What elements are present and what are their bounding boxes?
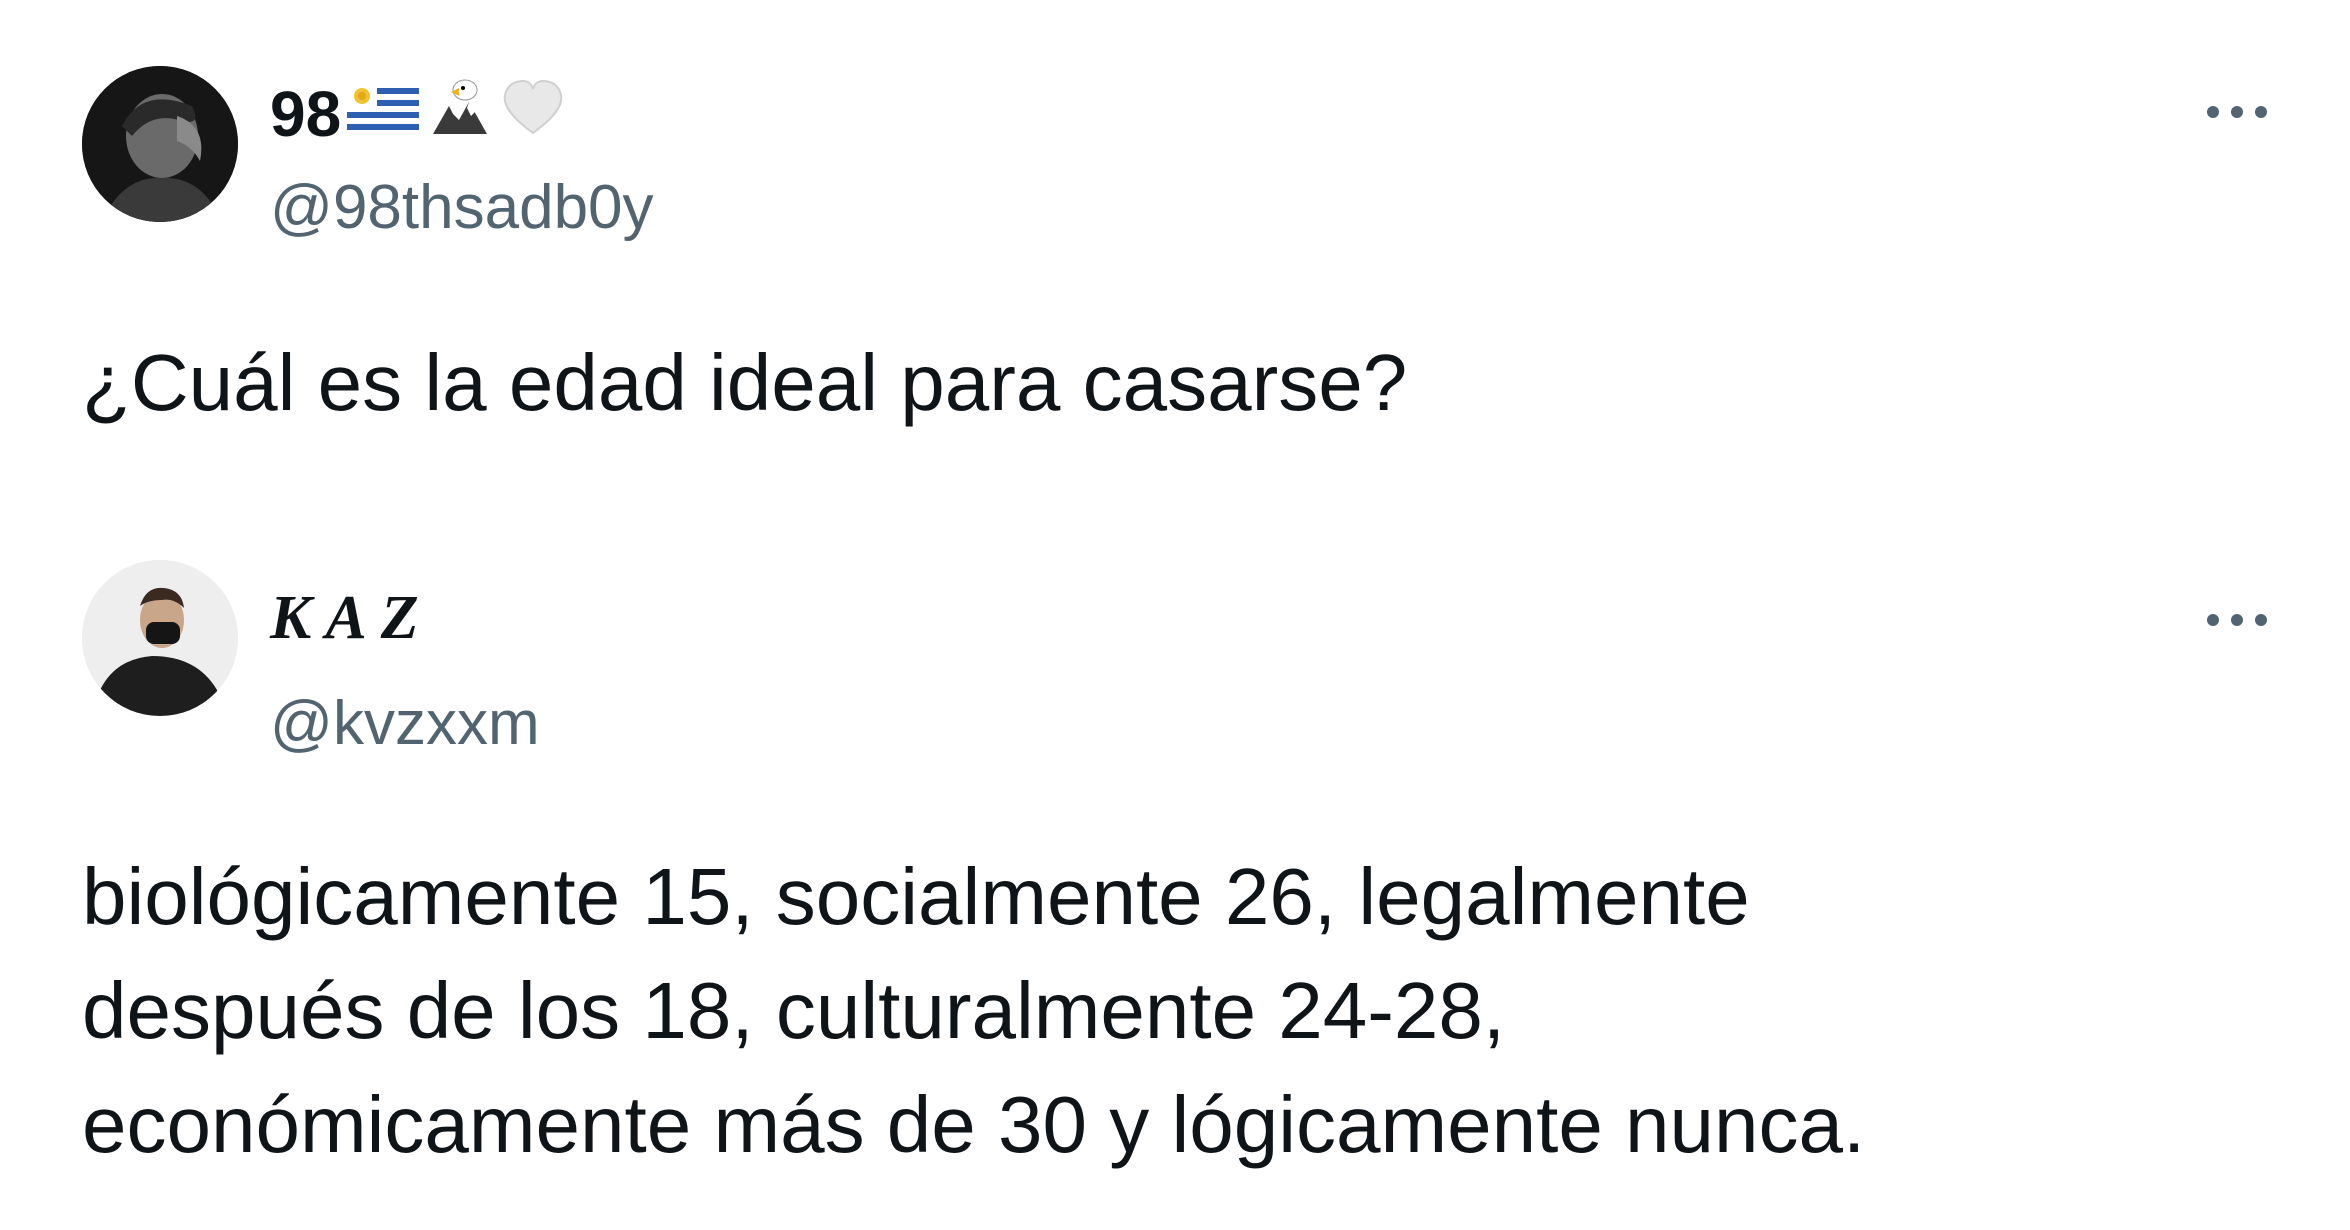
dot-icon	[2231, 106, 2243, 118]
white-heart-icon	[501, 77, 565, 152]
eagle-icon	[429, 76, 491, 153]
dot-icon	[2207, 106, 2219, 118]
tweet-text: biológicamente 15, socialmente 26, legal…	[82, 840, 1865, 1182]
user-handle[interactable]: @98thsadb0y	[270, 172, 654, 243]
display-name[interactable]: KAZ	[270, 578, 433, 658]
avatar[interactable]	[82, 66, 238, 222]
tweet-text-line: económicamente más de 30 y lógicamente n…	[82, 1080, 1866, 1169]
tweet-reply: KAZ @kvzxxm biológicamente 15, socialmen…	[0, 520, 2350, 1230]
display-name-text: 98	[270, 78, 342, 150]
uruguay-flag-icon	[347, 77, 420, 151]
display-name[interactable]: 98	[270, 74, 565, 154]
more-options-button[interactable]	[2192, 92, 2282, 132]
tweet-text-line: después de los 18, culturalmente 24-28,	[82, 966, 1506, 1055]
tweet-text: ¿Cuál es la edad ideal para casarse?	[82, 338, 1408, 427]
dot-icon	[2255, 614, 2267, 626]
dot-icon	[2207, 614, 2219, 626]
tweet-text-line: biológicamente 15, socialmente 26, legal…	[82, 852, 1750, 941]
more-options-button[interactable]	[2192, 600, 2282, 640]
display-name-text: KAZ	[270, 583, 433, 652]
user-handle[interactable]: @kvzxxm	[270, 688, 540, 759]
dot-icon	[2255, 106, 2267, 118]
tweet-original: 98 @98thsadb0y ¿Cuál es la edad ideal pa…	[0, 0, 2350, 520]
avatar[interactable]	[82, 560, 238, 716]
dot-icon	[2231, 614, 2243, 626]
